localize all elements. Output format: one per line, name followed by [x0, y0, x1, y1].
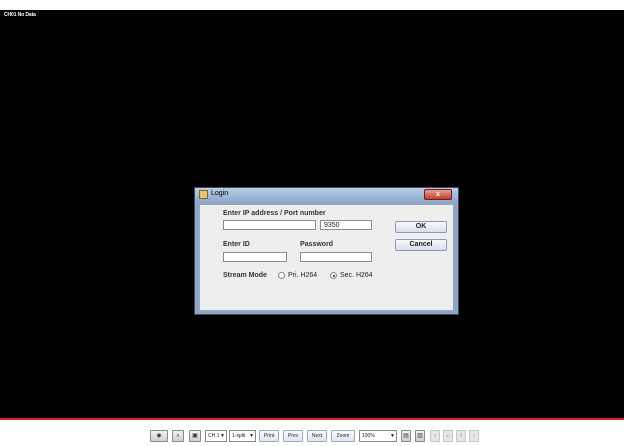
cancel-button[interactable]: Cancel: [395, 239, 447, 251]
radio-pri-h264[interactable]: [278, 272, 285, 279]
split-select[interactable]: 1-split ▼: [229, 430, 256, 442]
radio-pri-h264-label: Pri. H264: [288, 272, 318, 279]
record-icon[interactable]: ◉: [150, 430, 168, 442]
next-button[interactable]: Next: [307, 430, 327, 442]
password-label: Password: [300, 241, 334, 248]
dialog-titlebar[interactable]: Login x: [195, 188, 458, 202]
zoom-button[interactable]: Zoom: [331, 430, 355, 442]
dialog-title: Login: [211, 190, 229, 197]
password-field[interactable]: [300, 252, 372, 262]
port-field[interactable]: 9350: [320, 220, 372, 230]
ip-address-field[interactable]: [223, 220, 316, 230]
java-app-icon: [199, 190, 208, 199]
divider-line: [0, 418, 624, 420]
zoom-level-select[interactable]: 100% ▼: [359, 430, 397, 442]
disk-icon[interactable]: ▤: [401, 430, 411, 442]
search-icon[interactable]: ⌕: [172, 430, 184, 442]
id-label: Enter ID: [223, 241, 250, 248]
storage-icon[interactable]: ▥: [415, 430, 425, 442]
radio-sec-h264-label: Sec. H264: [340, 272, 373, 279]
dialog-content: Enter IP address / Port number 9350 OK E…: [199, 204, 454, 311]
close-button[interactable]: x: [424, 189, 452, 200]
ok-button[interactable]: OK: [395, 221, 447, 233]
snapshot-icon[interactable]: ▣: [189, 430, 201, 442]
bottom-toolbar: ◉ ⌕ ▣ CH 1 ▼ 1-split ▼ Print Prev Next Zoo…: [150, 430, 490, 442]
print-button[interactable]: Print: [259, 430, 279, 442]
login-dialog: Login x Enter IP address / Port number 9…: [194, 187, 459, 315]
prev-button[interactable]: Prev: [283, 430, 303, 442]
radio-sec-h264[interactable]: [330, 272, 337, 279]
play-icon: ▸: [443, 430, 453, 442]
channel-select[interactable]: CH 1 ▼: [205, 430, 227, 442]
stream-mode-label: Stream Mode: [223, 272, 267, 279]
pause-icon: ‖: [456, 430, 466, 442]
rewind-icon: «: [430, 430, 440, 442]
forward-icon: »: [469, 430, 479, 442]
id-field[interactable]: [223, 252, 287, 262]
ip-port-label: Enter IP address / Port number: [223, 210, 326, 217]
channel-status-text: CH01 No Data: [4, 12, 36, 18]
